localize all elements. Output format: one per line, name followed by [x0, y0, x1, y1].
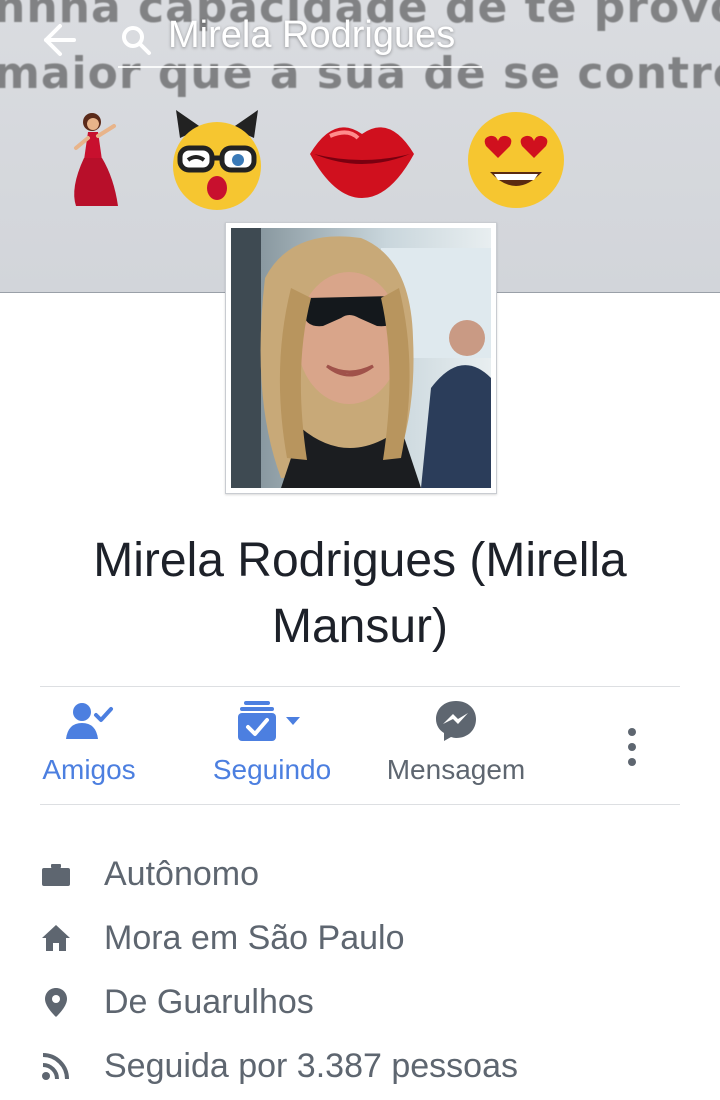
rss-feed-icon — [42, 1053, 69, 1080]
location-pin-icon — [45, 988, 67, 1017]
heart-eyes-emoji-icon — [468, 112, 564, 208]
back-arrow-icon[interactable] — [34, 18, 78, 62]
messenger-icon — [436, 701, 476, 741]
divider — [40, 804, 680, 805]
search-title[interactable]: Mirela Rodrigues — [168, 14, 455, 57]
friends-label: Amigos — [42, 754, 136, 785]
more-options-icon[interactable] — [614, 722, 650, 772]
friends-button[interactable]: Amigos — [30, 696, 148, 786]
info-followers: Seguida por 3.387 pessoas — [40, 1044, 680, 1094]
dancer-emoji-icon — [74, 113, 118, 206]
followers-text: Seguida por 3.387 pessoas — [104, 1047, 518, 1085]
from-text: De Guarulhos — [104, 983, 314, 1021]
work-text: Autônomo — [104, 855, 259, 893]
message-button[interactable]: Mensagem — [372, 696, 540, 786]
info-from: De Guarulhos — [40, 980, 680, 1030]
lives-text: Mora em São Paulo — [104, 919, 405, 957]
home-icon — [42, 925, 70, 951]
message-label: Mensagem — [386, 754, 526, 785]
search-icon[interactable] — [118, 22, 154, 58]
following-button[interactable]: Seguindo — [200, 696, 344, 786]
friends-check-icon — [66, 703, 113, 739]
info-work: Autônomo — [40, 852, 680, 902]
lips-emoji-icon — [310, 127, 414, 198]
following-label: Seguindo — [212, 754, 332, 785]
avatar — [231, 228, 491, 488]
search-underline — [118, 66, 482, 68]
top-bar: Mirela Rodrigues — [0, 0, 720, 80]
cover-emoji-row — [0, 108, 720, 218]
briefcase-icon — [42, 864, 70, 886]
cat-glasses-emoji-icon — [173, 110, 261, 210]
divider — [40, 686, 680, 687]
info-lives: Mora em São Paulo — [40, 916, 680, 966]
following-check-icon — [238, 701, 300, 741]
profile-picture[interactable] — [225, 222, 497, 494]
profile-name: Mirela Rodrigues (Mirella Mansur) — [93, 534, 627, 653]
